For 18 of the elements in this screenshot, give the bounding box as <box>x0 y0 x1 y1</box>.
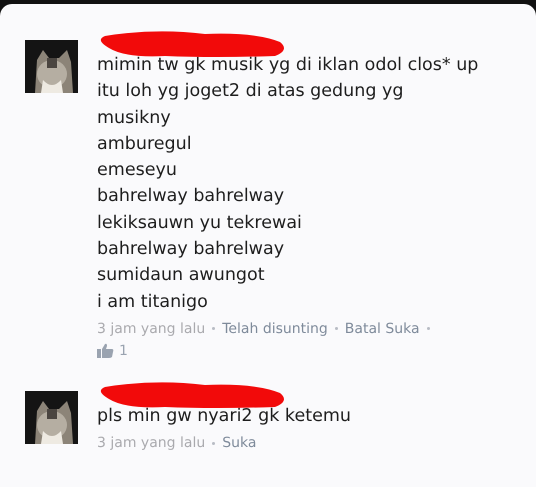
timestamp: 3 jam yang lalu <box>97 320 206 337</box>
comment-text: lekiksauwn yu tekrewai <box>97 212 303 235</box>
action-link[interactable]: Telah disunting <box>222 320 328 337</box>
comment-text: i am titanigo <box>97 290 209 314</box>
thumbs-up-icon <box>97 343 114 358</box>
like-count: 1 <box>119 342 128 359</box>
comment-text: bahrelway bahrelway <box>97 185 286 208</box>
action-link[interactable]: Batal Suka <box>344 320 420 337</box>
comment-text: musikny <box>97 106 172 130</box>
comment-text: amburegul <box>97 132 193 156</box>
comment-text: sumidaun awungot <box>97 264 266 288</box>
comment-text: pls min gw nyari2 gk ketemu <box>97 404 351 428</box>
comment-text: mimin tw gk musik yg di iklan odol clos* up <box>97 54 478 77</box>
action-link[interactable]: Suka <box>222 435 256 452</box>
comment-text: bahrelway bahrelway <box>97 238 286 262</box>
comment-text: emeseyu <box>97 159 178 182</box>
comment-text: itu loh yg joget2 di atas gedung yg <box>97 80 404 104</box>
timestamp: 3 jam yang lalu <box>97 435 206 452</box>
